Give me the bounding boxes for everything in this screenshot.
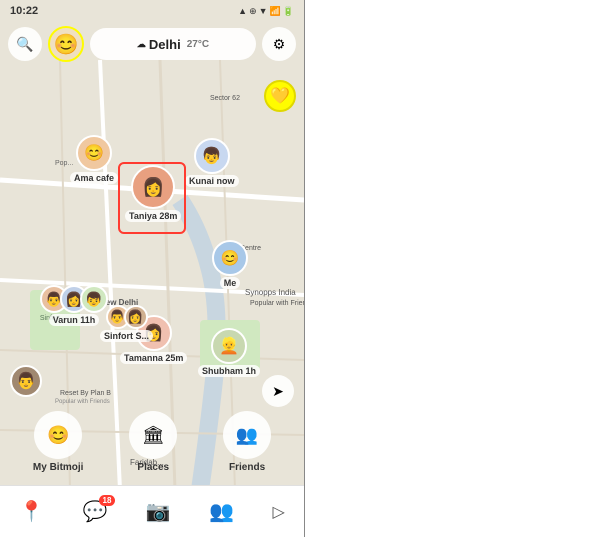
svg-text:Popular with Friends: Popular with Friends (55, 399, 110, 405)
user-avatar-left[interactable]: 😊 (48, 26, 84, 62)
top-bar-left: 🔍 😊 ☁ Delhi 27°C ⚙ (0, 22, 304, 66)
status-icons-left: ▲⊕▼📶🔋 (238, 6, 294, 17)
friends-button[interactable]: 👥 Friends (223, 411, 271, 473)
nav-stories-left[interactable]: ▷ (272, 502, 284, 522)
pin-shubham[interactable]: 👱 Shubham 1h (198, 328, 260, 377)
nav-map-left[interactable]: 📍 (19, 499, 44, 524)
svg-text:Reset By Plan B: Reset By Plan B (60, 390, 111, 397)
search-button-left[interactable]: 🔍 (8, 27, 42, 61)
bottom-nav-left: 📍 💬 18 📷 👥 ▷ (0, 485, 304, 537)
pin-ama-cafe[interactable]: 😊 Ama cafe (70, 135, 118, 184)
svg-text:Sector 62: Sector 62 (210, 95, 240, 102)
location-arrow-left[interactable]: ➤ (262, 375, 294, 407)
floating-badge-left[interactable]: 💛 (264, 80, 296, 112)
status-bar-left: 10:22 ▲⊕▼📶🔋 (0, 0, 304, 22)
settings-button-left[interactable]: ⚙ (262, 27, 296, 61)
nav-camera-left[interactable]: 📷 (146, 499, 171, 524)
left-panel: Sinfort Pop... New Delhi Sector 62 Reset… (0, 0, 304, 537)
pin-sinfort-group[interactable]: 👨 👩 Sinfort S... (100, 305, 153, 342)
pin-kunai[interactable]: 👦 Kunai now (185, 138, 239, 187)
city-label-left[interactable]: ☁ Delhi 27°C (90, 28, 256, 60)
bottom-buttons-left: 😊 My Bitmoji 🏛 Places 👥 Friends (0, 407, 304, 477)
taniya-highlight-left (118, 162, 186, 234)
nav-chat-left[interactable]: 💬 18 (83, 499, 108, 524)
svg-text:Synopps India: Synopps India (245, 288, 296, 297)
pin-me[interactable]: 😊 Me (212, 240, 248, 289)
panel-divider (304, 0, 305, 537)
places-button[interactable]: 🏛 Places (129, 411, 177, 473)
pin-dark-bottom[interactable]: 👨 (10, 365, 42, 397)
my-bitmoji-button[interactable]: 😊 My Bitmoji (33, 411, 84, 473)
svg-text:Popular with Friends: Popular with Friends (250, 300, 304, 307)
pin-group-left[interactable]: 👨 👩 👦 Varun 11h (40, 285, 108, 326)
time-left: 10:22 (10, 5, 38, 17)
nav-friends-left[interactable]: 👥 (209, 499, 234, 524)
